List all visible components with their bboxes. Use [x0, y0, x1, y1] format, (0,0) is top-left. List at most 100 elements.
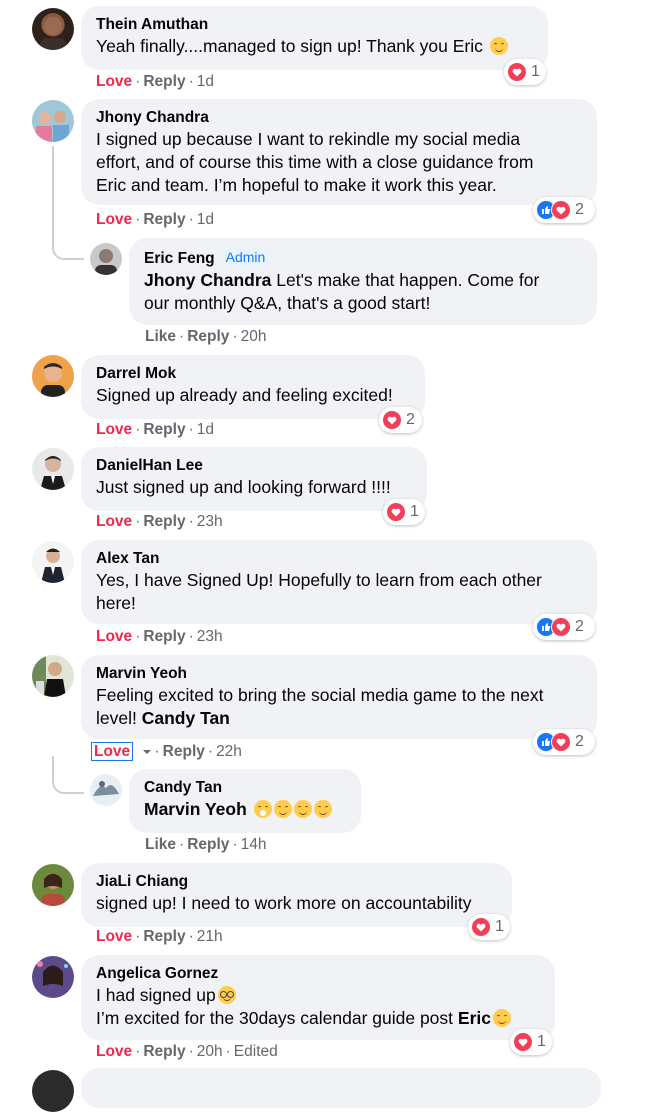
- avatar[interactable]: [32, 864, 74, 906]
- reply-button[interactable]: Reply: [143, 1043, 185, 1060]
- timestamp[interactable]: 22h: [216, 743, 242, 760]
- reply-button[interactable]: Reply: [143, 421, 185, 438]
- reaction-count-value: 2: [575, 733, 584, 750]
- avatar-photo-icon: [40, 456, 66, 490]
- comment-bubble: Angelica Gornez I had signed up I’m exci…: [81, 955, 555, 1040]
- timestamp[interactable]: 23h: [197, 628, 223, 645]
- comment-bubble: Thein Amuthan Yeah finally....managed to…: [81, 6, 548, 70]
- love-button[interactable]: Love: [96, 1043, 132, 1060]
- mention-link[interactable]: Marvin Yeoh: [144, 799, 247, 819]
- reaction-count[interactable]: 2: [533, 197, 595, 223]
- comment-bubble: Jhony Chandra I signed up because I want…: [81, 99, 597, 205]
- comment-text: Just signed up and looking forward !!!!: [96, 477, 391, 497]
- love-button[interactable]: Love: [96, 421, 132, 438]
- like-button[interactable]: Like: [145, 328, 176, 345]
- love-button[interactable]: Love: [91, 742, 134, 761]
- mention-link[interactable]: Jhony Chandra: [144, 270, 271, 290]
- laugh-emoji-icon: [273, 800, 292, 818]
- comment-actions: Love · Reply · 1d: [96, 421, 214, 438]
- avatar[interactable]: [32, 541, 74, 583]
- reaction-count[interactable]: 1: [510, 1029, 552, 1055]
- timestamp[interactable]: 1d: [197, 421, 214, 438]
- comment-author[interactable]: Eric Feng: [144, 250, 215, 267]
- comment-actions: Love · Reply · 22h: [91, 742, 242, 762]
- reply-button[interactable]: Reply: [143, 928, 185, 945]
- comment-author[interactable]: DanielHan Lee: [96, 456, 412, 476]
- comment-bubble: Alex Tan Yes, I have Signed Up! Hopefull…: [81, 540, 597, 624]
- heart-icon: [471, 917, 491, 937]
- comment-bubble: DanielHan Lee Just signed up and looking…: [81, 447, 427, 511]
- like-button[interactable]: Like: [145, 836, 176, 853]
- comment-text: Yeah finally....managed to sign up! Than…: [96, 36, 483, 56]
- avatar-photo-icon: [41, 548, 65, 583]
- reaction-count[interactable]: 1: [383, 499, 425, 525]
- reaction-count-value: 1: [410, 503, 419, 520]
- reply-button[interactable]: Reply: [163, 743, 205, 760]
- love-button[interactable]: Love: [96, 73, 132, 90]
- avatar[interactable]: [32, 655, 74, 697]
- comment-author[interactable]: JiaLi Chiang: [96, 872, 497, 892]
- comment-text: Jhony Chandra Let's make that happen. Co…: [144, 270, 540, 313]
- comment-author[interactable]: Alex Tan: [96, 549, 582, 569]
- reaction-count[interactable]: 2: [379, 407, 422, 433]
- mention-link[interactable]: Eric: [458, 1008, 491, 1028]
- love-button[interactable]: Love: [96, 628, 132, 645]
- comment-text: Signed up already and feeling excited!: [96, 385, 393, 405]
- reply-button[interactable]: Reply: [143, 628, 185, 645]
- reaction-count[interactable]: 2: [533, 614, 595, 640]
- reply-button[interactable]: Reply: [143, 513, 185, 530]
- reaction-count[interactable]: 1: [468, 914, 510, 940]
- comment-author[interactable]: Angelica Gornez: [96, 964, 540, 984]
- avatar-photo-icon: [37, 961, 68, 986]
- avatar-photo-icon: [41, 363, 65, 397]
- comment-author[interactable]: Candy Tan: [144, 778, 346, 798]
- thread-connector: [52, 756, 84, 794]
- avatar[interactable]: [32, 1070, 74, 1112]
- laugh-emoji-icon: [293, 800, 312, 818]
- comment-author[interactable]: Thein Amuthan: [96, 15, 533, 35]
- grin-emoji-icon: [253, 800, 272, 818]
- love-button[interactable]: Love: [96, 513, 132, 530]
- comment-text: Feeling excited to bring the social medi…: [96, 685, 544, 728]
- timestamp[interactable]: 21h: [197, 928, 223, 945]
- timestamp[interactable]: 20h: [197, 1043, 223, 1060]
- love-button[interactable]: Love: [96, 211, 132, 228]
- timestamp[interactable]: 1d: [197, 211, 214, 228]
- reaction-count[interactable]: 1: [504, 59, 546, 85]
- comment-actions: Like · Reply · 20h: [145, 328, 267, 345]
- heart-icon: [386, 502, 406, 522]
- timestamp[interactable]: 23h: [197, 513, 223, 530]
- avatar[interactable]: [90, 243, 122, 275]
- heart-icon: [507, 62, 527, 82]
- timestamp[interactable]: 1d: [197, 73, 214, 90]
- comment-author[interactable]: Marvin Yeoh: [96, 664, 582, 684]
- reaction-count-value: 2: [575, 201, 584, 218]
- avatar-photo-icon: [95, 249, 117, 275]
- avatar-photo-icon: [41, 873, 65, 906]
- chevron-down-icon[interactable]: [142, 742, 152, 762]
- comment-bubble: JiaLi Chiang signed up! I need to work m…: [81, 863, 512, 927]
- comment-author[interactable]: Darrel Mok: [96, 364, 410, 384]
- avatar[interactable]: [32, 448, 74, 490]
- avatar[interactable]: [32, 355, 74, 397]
- comment-actions: Like · Reply · 14h: [145, 836, 267, 853]
- reply-button[interactable]: Reply: [187, 328, 229, 345]
- reply-button[interactable]: Reply: [143, 73, 185, 90]
- comment-actions: Love · Reply · 20h · Edited: [96, 1043, 278, 1060]
- edited-label[interactable]: Edited: [234, 1043, 278, 1060]
- avatar[interactable]: [32, 100, 74, 142]
- reply-bubble: Eric Feng Admin Jhony Chandra Let's make …: [129, 238, 597, 325]
- timestamp[interactable]: 14h: [241, 836, 267, 853]
- love-button[interactable]: Love: [96, 928, 132, 945]
- mention-link[interactable]: Candy Tan: [142, 708, 230, 728]
- reaction-count-value: 2: [575, 618, 584, 635]
- avatar[interactable]: [90, 774, 122, 806]
- heart-icon: [551, 732, 571, 752]
- avatar[interactable]: [32, 8, 74, 50]
- reaction-count[interactable]: 2: [533, 729, 595, 755]
- timestamp[interactable]: 20h: [241, 328, 267, 345]
- reply-button[interactable]: Reply: [143, 211, 185, 228]
- comment-author[interactable]: Jhony Chandra: [96, 108, 582, 128]
- reply-button[interactable]: Reply: [187, 836, 229, 853]
- avatar[interactable]: [32, 956, 74, 998]
